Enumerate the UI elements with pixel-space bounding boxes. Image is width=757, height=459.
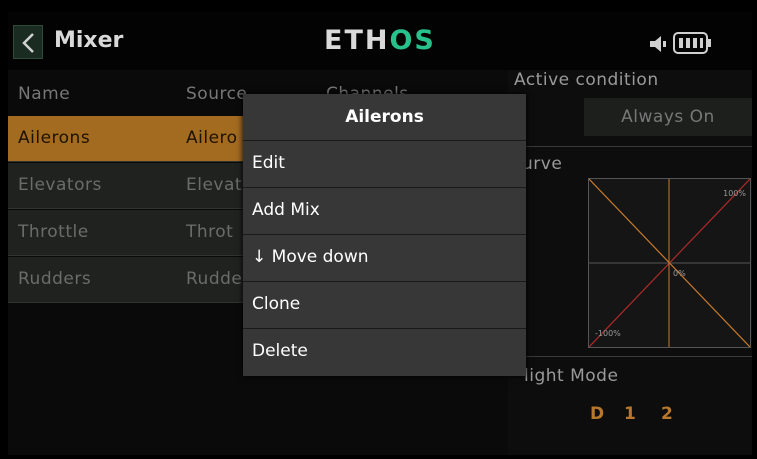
context-menu-title: Ailerons — [345, 107, 424, 127]
speaker-icon[interactable] — [648, 35, 668, 53]
menu-item-delete[interactable]: Delete — [243, 328, 526, 376]
menu-item-move-down[interactable]: ↓ Move down — [243, 234, 526, 281]
ethos-logo: ETHOS — [324, 26, 436, 56]
flight-mode-label: light Mode — [524, 366, 619, 386]
context-menu: Ailerons Edit Add Mix ↓ Move down Clone … — [243, 94, 526, 376]
column-header-source: Source — [186, 84, 248, 104]
mix-details-panel: Active condition Always On urve 100% 0% … — [508, 70, 752, 455]
menu-item-clone[interactable]: Clone — [243, 281, 526, 328]
divider — [512, 146, 752, 147]
row-name: Rudders — [18, 269, 92, 289]
curve-preview[interactable]: 100% 0% -100% — [588, 178, 751, 348]
curve-label-bottom: -100% — [595, 329, 621, 338]
logo-text-eth: ETH — [324, 25, 390, 56]
row-name: Elevators — [18, 175, 102, 195]
screen: Mixer ETHOS Name Source Channels Aileron… — [8, 12, 752, 455]
back-button[interactable] — [13, 25, 43, 59]
row-name: Throttle — [18, 222, 89, 242]
back-chevron-icon — [22, 33, 34, 53]
divider — [512, 356, 752, 357]
row-source: Rudde — [186, 269, 243, 289]
row-source: Ailero — [186, 128, 238, 148]
flight-mode-d: D — [590, 404, 605, 424]
menu-item-edit[interactable]: Edit — [243, 140, 526, 187]
menu-item-add-mix[interactable]: Add Mix — [243, 187, 526, 234]
curve-label: urve — [522, 154, 563, 174]
flight-mode-2: 2 — [661, 404, 673, 424]
row-name: Ailerons — [18, 128, 91, 148]
curve-label-mid: 0% — [673, 269, 686, 278]
curve-graph — [589, 179, 750, 347]
flight-mode-1: 1 — [624, 404, 636, 424]
row-source: Elevat — [186, 175, 243, 195]
battery-icon[interactable] — [673, 31, 713, 55]
logo-text-os: OS — [389, 25, 436, 56]
header-bar: Mixer ETHOS — [8, 12, 752, 70]
curve-label-top: 100% — [723, 189, 746, 198]
page-title: Mixer — [54, 28, 124, 53]
active-condition-label: Active condition — [514, 70, 659, 90]
row-source: Throt — [186, 222, 234, 242]
column-header-name: Name — [18, 84, 71, 104]
active-condition-field[interactable]: Always On — [584, 98, 752, 136]
